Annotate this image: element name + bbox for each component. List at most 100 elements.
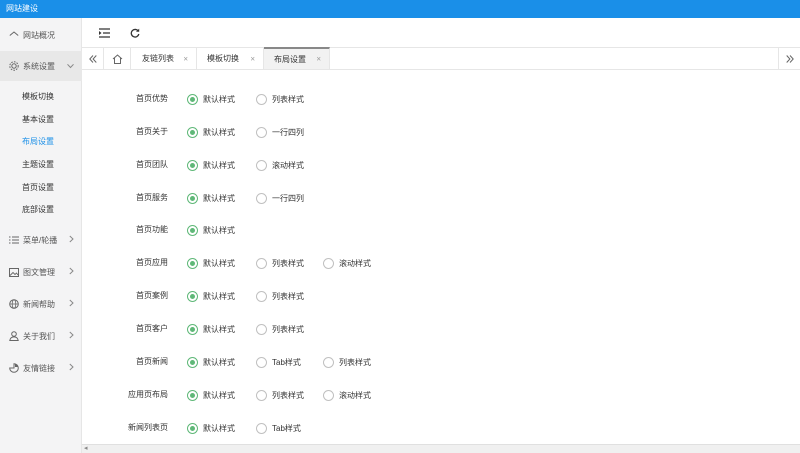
radio-circle[interactable] [187, 126, 198, 138]
tab-2[interactable]: 布局设置 × [264, 47, 330, 69]
sidebar-item-4[interactable]: 新闻帮助 [0, 289, 82, 319]
close-icon[interactable]: × [250, 54, 255, 63]
form-label: 首页团队 [136, 160, 168, 169]
radio-option[interactable]: 默认样式 [187, 158, 235, 172]
sidebar-item-6[interactable]: 友情链接 [0, 353, 82, 383]
app-title: 网站建设 [6, 4, 38, 13]
radio-circle[interactable] [323, 389, 334, 401]
sidebar-item-label: 图文管理 [23, 267, 55, 277]
radio-circle[interactable] [256, 356, 267, 368]
radio-option[interactable]: 默认样式 [187, 355, 235, 369]
radio-option[interactable]: Tab样式 [256, 421, 301, 435]
radio-circle[interactable] [256, 290, 267, 302]
horizontal-scrollbar[interactable]: ◂ [82, 444, 800, 453]
chevron-right-icon [69, 299, 74, 309]
radio-option[interactable]: 默认样式 [187, 125, 235, 139]
sidebar-item-label: 友情链接 [23, 363, 55, 373]
radio-circle[interactable] [256, 192, 267, 204]
radio-option[interactable]: 默认样式 [187, 223, 235, 237]
radio-option[interactable]: 默认样式 [187, 421, 235, 435]
sidebar-item-2[interactable]: 菜单/轮播 [0, 225, 82, 255]
radio-option[interactable]: 默认样式 [187, 256, 235, 270]
radio-option[interactable]: 滚动样式 [323, 256, 371, 270]
radio-circle[interactable] [187, 192, 198, 204]
chevron-right-icon [69, 331, 74, 341]
close-icon[interactable]: × [316, 55, 321, 64]
tab-scroll-left-icon[interactable] [82, 48, 104, 69]
radio-option[interactable]: 滚动样式 [323, 388, 371, 402]
radio-option[interactable]: 列表样式 [256, 256, 304, 270]
radio-label: 滚动样式 [339, 390, 371, 400]
refresh-icon[interactable] [129, 27, 141, 39]
form-label: 首页关于 [136, 127, 168, 136]
radio-option[interactable]: 滚动样式 [256, 158, 304, 172]
sidebar-subitem-4[interactable]: 首页设置 [0, 177, 82, 199]
radio-circle[interactable] [323, 356, 334, 368]
radio-circle[interactable] [187, 356, 198, 368]
radio-circle[interactable] [187, 224, 198, 236]
menu-fold-icon[interactable] [98, 27, 110, 39]
radio-label: 默认样式 [203, 324, 235, 334]
tab-label: 布局设置 [274, 54, 306, 64]
radio-circle[interactable] [256, 389, 267, 401]
radio-option[interactable]: 默认样式 [187, 92, 235, 106]
radio-option[interactable]: 一行四列 [256, 191, 304, 205]
sidebar-item-0[interactable]: 网站概况 [0, 20, 82, 50]
radio-circle[interactable] [323, 257, 334, 269]
radio-circle[interactable] [256, 159, 267, 171]
sidebar-subitem-5[interactable]: 底部设置 [0, 199, 82, 221]
scroll-left-arrow-icon[interactable]: ◂ [84, 445, 88, 453]
radio-circle[interactable] [256, 422, 267, 434]
sidebar-item-3[interactable]: 图文管理 [0, 257, 82, 287]
radio-option[interactable]: 默认样式 [187, 322, 235, 336]
globe-icon [9, 299, 19, 309]
radio-option[interactable]: 列表样式 [256, 388, 304, 402]
form-row: 应用页布局 默认样式 列表样式 滚动样式 [82, 386, 800, 404]
radio-option[interactable]: 默认样式 [187, 289, 235, 303]
tab-1[interactable]: 模板切换 × [197, 48, 264, 69]
radio-circle[interactable] [187, 159, 198, 171]
radio-circle[interactable] [187, 93, 198, 105]
radio-option[interactable]: 列表样式 [256, 322, 304, 336]
sidebar-subitem-0[interactable]: 模板切换 [0, 86, 82, 108]
radio-label: 默认样式 [203, 94, 235, 104]
radio-option[interactable]: 列表样式 [323, 355, 371, 369]
tab-scroll-right-icon[interactable] [778, 48, 800, 69]
sidebar-subitem-2[interactable]: 布局设置 [0, 131, 82, 153]
radio-label: 默认样式 [203, 258, 235, 268]
radio-option[interactable]: 一行四列 [256, 125, 304, 139]
sidebar-item-label: 关于我们 [23, 331, 55, 341]
radio-option[interactable]: 列表样式 [256, 289, 304, 303]
list-icon [9, 235, 19, 245]
sidebar-item-1[interactable]: 系统设置 [0, 51, 82, 81]
radio-circle[interactable] [187, 257, 198, 269]
sidebar-subitem-1[interactable]: 基本设置 [0, 109, 82, 131]
radio-option[interactable]: 默认样式 [187, 388, 235, 402]
radio-circle[interactable] [187, 323, 198, 335]
radio-circle[interactable] [187, 290, 198, 302]
radio-circle[interactable] [256, 323, 267, 335]
radio-circle[interactable] [256, 257, 267, 269]
sidebar-item-5[interactable]: 关于我们 [0, 321, 82, 351]
radio-option[interactable]: 默认样式 [187, 191, 235, 205]
radio-option[interactable]: Tab样式 [256, 355, 301, 369]
radio-label: 列表样式 [339, 357, 371, 367]
form-row: 首页功能 默认样式 [82, 221, 800, 239]
tab-label: 模板切换 [207, 54, 239, 63]
radio-circle[interactable] [187, 422, 198, 434]
radio-label: 默认样式 [203, 423, 235, 433]
form-row: 新闻列表页 默认样式 Tab样式 [82, 419, 800, 437]
tab-0[interactable]: 友链列表 × [132, 48, 197, 69]
chevron-right-icon [69, 267, 74, 277]
pie-icon [9, 363, 19, 373]
radio-option[interactable]: 列表样式 [256, 92, 304, 106]
form-label: 首页功能 [136, 225, 168, 234]
radio-label: 列表样式 [272, 324, 304, 334]
tab-home-icon[interactable] [105, 48, 131, 69]
close-icon[interactable]: × [183, 54, 188, 63]
sidebar-subitem-3[interactable]: 主题设置 [0, 154, 82, 176]
radio-circle[interactable] [187, 389, 198, 401]
form-row: 首页案例 默认样式 列表样式 [82, 287, 800, 305]
radio-circle[interactable] [256, 126, 267, 138]
radio-circle[interactable] [256, 93, 267, 105]
